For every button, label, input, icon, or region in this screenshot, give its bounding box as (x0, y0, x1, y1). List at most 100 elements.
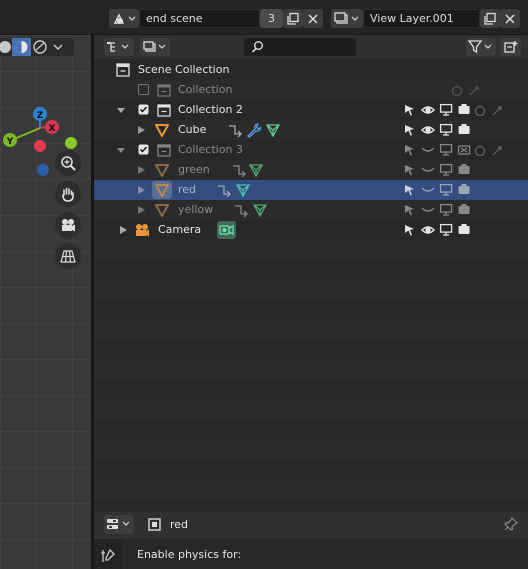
z-axis-negative-handle (37, 164, 49, 176)
scene-collection-icon (116, 63, 130, 77)
row-label: Collection 2 (178, 103, 243, 116)
svg-text:X: X (49, 124, 56, 134)
svg-text:Y: Y (6, 137, 14, 147)
collapse-arrow-icon[interactable] (136, 122, 152, 138)
grid-icon (60, 250, 76, 263)
collection-icon (157, 84, 171, 97)
solid-shading-icon[interactable] (0, 41, 11, 53)
tool-settings-icon[interactable] (100, 548, 116, 564)
delete-view-layer-button[interactable] (500, 9, 520, 28)
row-label: yellow (178, 203, 214, 216)
new-collection-button[interactable] (501, 38, 521, 56)
properties-editor-type-button[interactable] (104, 515, 134, 534)
camera-view-button[interactable] (55, 212, 81, 238)
outliner-icon (107, 42, 129, 52)
mesh-data-icon[interactable] (248, 162, 264, 178)
properties-tab-bar (94, 539, 122, 569)
row-label: red (178, 183, 197, 196)
pan-button[interactable] (55, 181, 81, 207)
object-name: red (170, 518, 189, 531)
modifier-link-icon[interactable] (227, 122, 243, 138)
row-label: Scene Collection (138, 63, 230, 76)
empty-row (94, 360, 528, 380)
camera-data-icon (219, 224, 234, 236)
collection-icon (157, 144, 171, 157)
properties-editor: red Enable physics for: (94, 512, 528, 569)
empty-row (94, 320, 528, 340)
new-collection-icon (504, 41, 518, 53)
physics-label: Enable physics for: (137, 548, 242, 561)
view-layer-filter-button[interactable] (140, 38, 170, 56)
mesh-object-icon (155, 184, 169, 197)
hand-icon (62, 187, 74, 202)
row-label: Cube (178, 123, 207, 136)
mesh-object-icon (155, 164, 169, 177)
mesh-object-icon (155, 204, 169, 217)
outliner-header (94, 35, 528, 59)
search-input[interactable] (244, 38, 356, 56)
mesh-data-icon[interactable] (265, 122, 281, 138)
camera-object-icon (136, 224, 149, 237)
new-view-layer-button[interactable] (480, 9, 500, 28)
modifier-link-icon[interactable] (231, 162, 247, 178)
modifier-link-icon[interactable] (233, 202, 249, 218)
properties-content: Enable physics for: (94, 539, 528, 569)
shading-buttons (0, 38, 74, 56)
exclude-checkbox-checked[interactable] (138, 144, 149, 155)
scene-browse-button[interactable] (109, 9, 139, 28)
scene-name-field[interactable]: end scene (139, 9, 260, 28)
row-label: green (178, 163, 210, 176)
new-scene-button[interactable] (283, 9, 303, 28)
wrench-icon[interactable] (246, 122, 262, 138)
close-icon (505, 13, 515, 24)
modifier-link-icon[interactable] (216, 182, 232, 198)
empty-row (94, 240, 528, 260)
collapse-arrow-icon[interactable] (136, 182, 152, 198)
zoom-button[interactable] (55, 150, 81, 176)
collapse-arrow-icon[interactable] (136, 162, 152, 178)
view-layer-browse-button[interactable] (331, 9, 363, 28)
pin-icon[interactable] (504, 517, 518, 531)
search-icon (251, 41, 263, 53)
filter-button[interactable] (466, 38, 496, 56)
render-layers-icon (143, 41, 166, 52)
top-bar: end scene 3 View Layer.001 (0, 0, 528, 35)
mesh-object-icon (155, 124, 169, 137)
y-axis-negative-handle (65, 137, 77, 149)
object-icon (148, 518, 161, 531)
exclude-checkbox-checked[interactable] (138, 104, 149, 115)
filter-icon (467, 40, 492, 54)
svg-text:Z: Z (37, 111, 44, 121)
duplicate-icon (484, 12, 496, 25)
camera-icon (62, 219, 75, 232)
render-layers-icon (334, 11, 359, 24)
zoom-icon (61, 156, 76, 171)
collapse-arrow-icon[interactable] (136, 202, 152, 218)
collapse-arrow-icon[interactable] (118, 222, 134, 238)
view-layer-name-field[interactable]: View Layer.001 (363, 9, 480, 28)
properties-icon (107, 519, 130, 529)
3d-viewport[interactable]: Z X Y (0, 35, 91, 569)
expand-arrow-icon[interactable] (116, 102, 132, 118)
scene-icon (113, 12, 136, 24)
empty-row (94, 440, 528, 460)
scene-user-count: 3 (260, 9, 283, 28)
restriction-columns (405, 85, 502, 236)
row-label: Camera (158, 223, 202, 236)
delete-scene-button[interactable] (303, 9, 323, 28)
row-label: Collection (178, 83, 233, 96)
duplicate-icon (287, 12, 299, 25)
display-mode-button[interactable] (104, 38, 134, 56)
mesh-data-icon[interactable] (235, 182, 251, 198)
outliner-editor: Scene Collection Collection Collection 2… (94, 35, 528, 512)
camera-data-button[interactable] (217, 221, 236, 239)
empty-row (94, 400, 528, 420)
empty-row (94, 480, 528, 500)
empty-row (94, 280, 528, 300)
chevron-down-icon[interactable] (53, 44, 63, 50)
mesh-data-icon[interactable] (252, 202, 268, 218)
perspective-toggle-button[interactable] (55, 243, 81, 269)
collection-icon (157, 104, 171, 117)
exclude-checkbox[interactable] (138, 84, 149, 95)
expand-arrow-icon[interactable] (116, 142, 132, 158)
